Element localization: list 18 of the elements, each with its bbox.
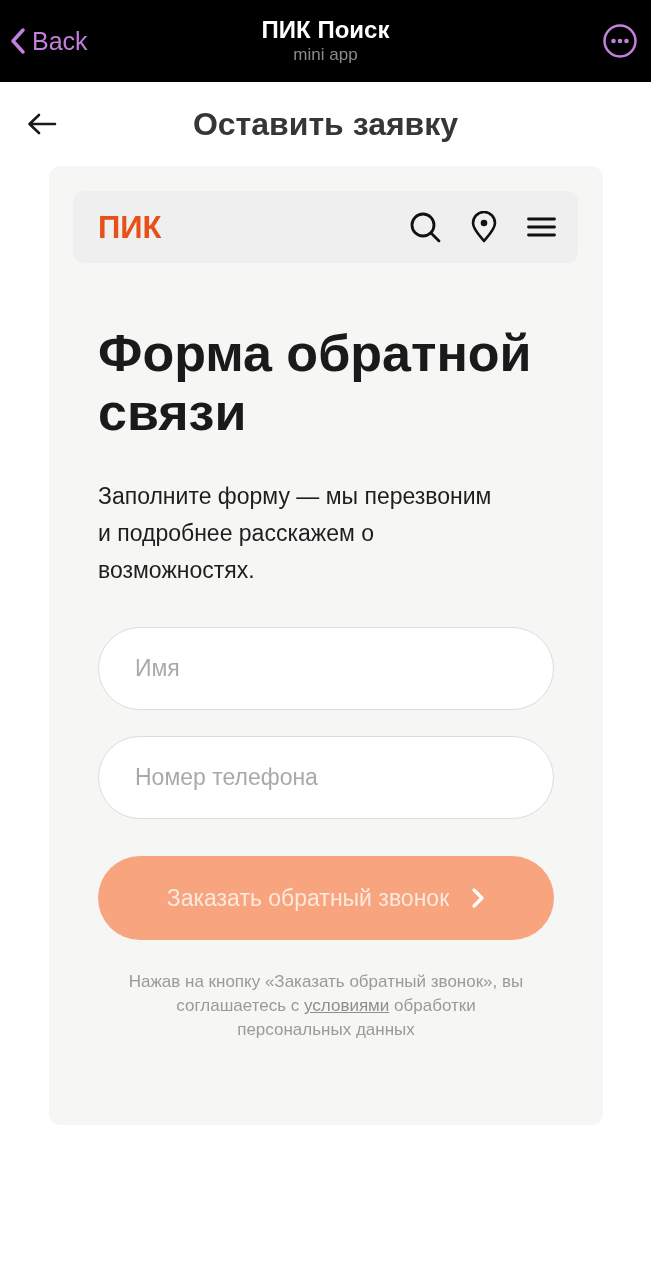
form-description: Заполните форму — мы перезвоним и подробнее расскажем о возможностях. [98, 482, 493, 585]
app-subtitle: mini app [293, 44, 358, 66]
terms-link[interactable]: условиями [304, 996, 390, 1015]
search-icon[interactable] [410, 211, 441, 243]
back-button[interactable]: Back [10, 26, 88, 56]
page-title: Оставить заявку [191, 105, 460, 143]
input-field[interactable]: Имя [98, 627, 554, 710]
chevron-right-icon [471, 887, 486, 909]
input-field[interactable]: Номер телефона [98, 736, 554, 819]
consent-text: Нажав на кнопку «Заказать обратный звонок», вы соглашаетесь с условиями обработки персональных данных [127, 971, 525, 1041]
app-title: ПИК Поиск [261, 16, 390, 44]
chevron-left-icon [10, 27, 26, 55]
form-heading: Форма обратной связи [98, 324, 533, 442]
back-arrow-icon[interactable] [27, 113, 57, 135]
menu-icon[interactable] [527, 217, 556, 237]
more-icon[interactable] [603, 24, 637, 58]
location-pin-icon[interactable] [471, 211, 497, 243]
logo[interactable]: ПИК [98, 211, 162, 243]
